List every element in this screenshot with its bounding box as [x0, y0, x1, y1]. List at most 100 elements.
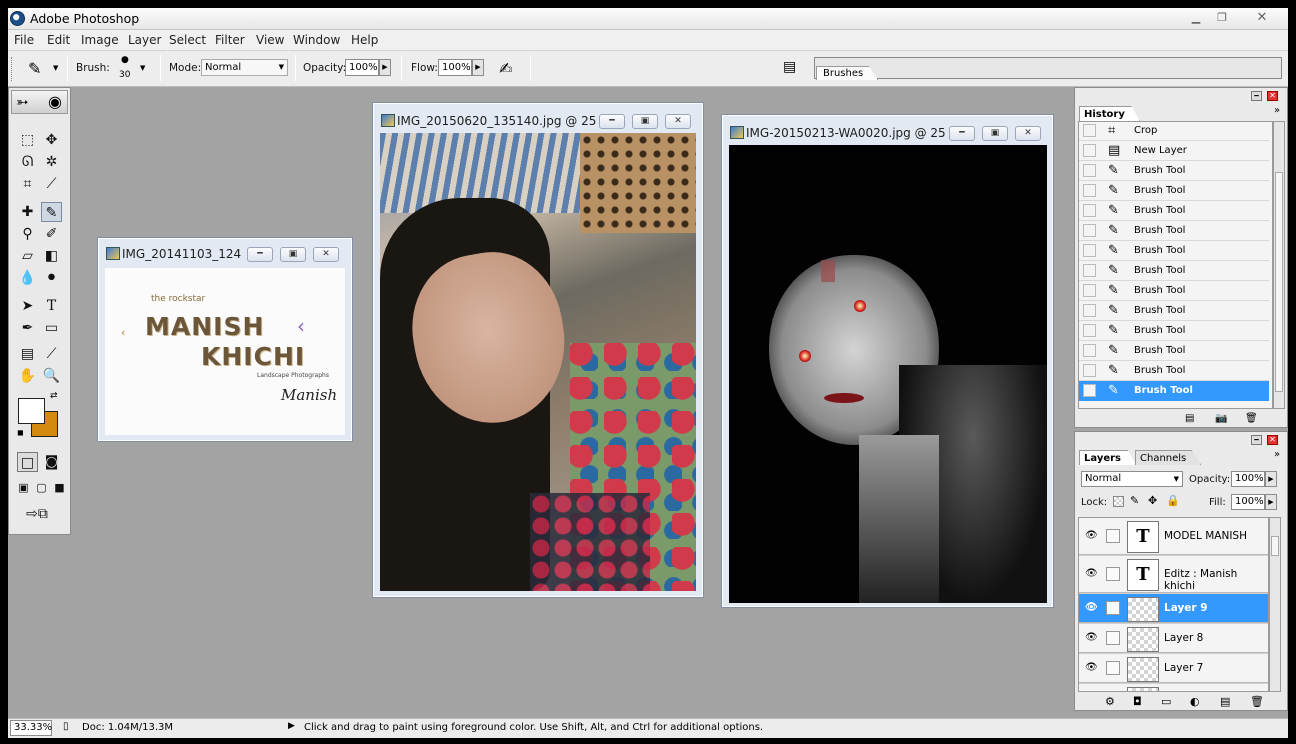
toolbox-header[interactable]: ➳ ◉ — [11, 90, 68, 114]
panel-menu-icon[interactable]: » — [1274, 105, 1280, 116]
close-icon[interactable]: ✕ — [1267, 91, 1278, 101]
text-layer-icon[interactable]: T — [1127, 521, 1159, 553]
history-snapshot-checkbox[interactable] — [1083, 144, 1096, 157]
minimize-icon[interactable]: ▁ — [1185, 10, 1207, 26]
trash-icon[interactable]: 🗑 — [1245, 413, 1258, 424]
magic-wand-icon[interactable]: ✲ — [41, 152, 62, 172]
snapshot-icon[interactable]: 📷 — [1215, 413, 1227, 424]
restore-icon[interactable]: ❐ — [1211, 10, 1233, 26]
menu-image[interactable]: Image — [81, 33, 119, 47]
layer-row[interactable]: 👁 T MODEL MANISH — [1079, 518, 1268, 555]
quick-mask-icon[interactable]: ◙ — [41, 452, 62, 472]
tab-layers[interactable]: Layers — [1079, 450, 1136, 465]
history-item[interactable]: ✎ Brush Tool — [1079, 381, 1269, 401]
scroll-thumb[interactable] — [1275, 172, 1283, 392]
screen-mode-full-icon[interactable]: ■ — [49, 478, 70, 498]
new-folder-icon[interactable]: ▭ — [1161, 695, 1171, 708]
link-box[interactable] — [1106, 661, 1120, 675]
link-box[interactable] — [1106, 631, 1120, 645]
layer-row[interactable]: 👁 Layer 8 — [1079, 624, 1268, 653]
visibility-eye-icon[interactable]: 👁 — [1085, 632, 1098, 643]
layer-name[interactable]: Editz : Manish khichi — [1164, 568, 1268, 592]
notes-icon[interactable]: ▤ — [17, 344, 38, 364]
brush-size[interactable]: 30 — [119, 70, 130, 80]
tab-channels[interactable]: Channels — [1135, 450, 1202, 465]
history-snapshot-checkbox[interactable] — [1083, 324, 1096, 337]
close-icon[interactable]: ✕ — [313, 247, 339, 262]
history-snapshot-checkbox[interactable] — [1083, 244, 1096, 257]
move-icon[interactable]: ✥ — [41, 130, 62, 150]
layer-name[interactable]: Layer 9 — [1164, 602, 1208, 614]
document-window-3[interactable]: IMG-20150213-WA0020.jpg @ 25%... ━ ▣ ✕ — [721, 114, 1054, 608]
airbrush-icon[interactable]: ✍ — [499, 59, 512, 78]
layer-name[interactable]: Layer 8 — [1164, 632, 1203, 644]
link-box[interactable] — [1106, 567, 1120, 581]
history-item[interactable]: ✎ Brush Tool — [1079, 361, 1269, 381]
document-title[interactable]: IMG_20150620_135140.jpg @ 25% (... — [397, 114, 597, 128]
history-snapshot-checkbox[interactable] — [1083, 124, 1096, 137]
history-snapshot-checkbox[interactable] — [1083, 204, 1096, 217]
menu-help[interactable]: Help — [351, 33, 378, 47]
layer-thumbnail[interactable] — [1127, 657, 1159, 682]
lock-position-icon[interactable]: ✥ — [1148, 494, 1157, 507]
pen-icon[interactable]: ✒ — [17, 318, 38, 338]
brush-dot-icon[interactable]: ● — [121, 55, 129, 65]
history-snapshot-checkbox[interactable] — [1083, 284, 1096, 297]
image-canvas[interactable]: the rockstar MANISH KHICHI ‹ ‹ Landscape… — [105, 268, 345, 435]
tab-history[interactable]: History — [1079, 106, 1140, 121]
brush-icon[interactable]: ✎ — [1106, 601, 1120, 615]
tool-preset-brush-icon[interactable]: ✎ — [28, 59, 41, 78]
layer-name[interactable]: MODEL MANISH — [1164, 530, 1247, 542]
fill-arrow-icon[interactable]: ▶ — [1265, 494, 1277, 510]
chevron-right-icon[interactable]: ▶ — [288, 721, 295, 731]
layer-row[interactable]: 👁 ✎ Layer 9 — [1079, 594, 1268, 623]
lock-all-icon[interactable]: 🔒 — [1166, 494, 1180, 507]
menu-edit[interactable]: Edit — [47, 33, 70, 47]
eyedropper-icon[interactable]: ⟋ — [41, 344, 62, 364]
history-snapshot-checkbox[interactable] — [1083, 164, 1096, 177]
layer-thumbnail[interactable] — [1127, 627, 1159, 652]
palette-well-icon[interactable]: ▤ — [783, 59, 796, 75]
minimize-icon[interactable]: ━ — [599, 114, 625, 129]
visibility-eye-icon[interactable]: 👁 — [1085, 530, 1098, 541]
lasso-icon[interactable]: ᘏ — [17, 152, 38, 172]
close-icon[interactable]: ✕ — [1251, 10, 1273, 26]
history-item[interactable]: ✎ Brush Tool — [1079, 341, 1269, 361]
history-item[interactable]: ✎ Brush Tool — [1079, 321, 1269, 341]
history-snapshot-checkbox[interactable] — [1083, 344, 1096, 357]
minimize-icon[interactable]: ━ — [949, 126, 975, 141]
clone-stamp-icon[interactable]: ⚲ — [17, 224, 38, 244]
marquee-icon[interactable]: ⬚ — [17, 130, 38, 150]
add-mask-icon[interactable]: ◘ — [1133, 695, 1142, 708]
visibility-eye-icon[interactable]: 👁 — [1085, 662, 1098, 673]
history-item[interactable]: ✎ Brush Tool — [1079, 301, 1269, 321]
history-item[interactable]: ✎ Brush Tool — [1079, 161, 1269, 181]
history-item[interactable]: ✎ Brush Tool — [1079, 261, 1269, 281]
eraser-icon[interactable]: ▱ — [17, 246, 38, 266]
history-item[interactable]: ✎ Brush Tool — [1079, 181, 1269, 201]
flow-field[interactable]: 100% — [438, 59, 472, 76]
maximize-icon[interactable]: ▣ — [982, 126, 1008, 141]
jump-to-imageready-icon[interactable]: ⇨⧉ — [17, 504, 57, 524]
history-item[interactable]: ✎ Brush Tool — [1079, 241, 1269, 261]
close-icon[interactable]: ✕ — [1267, 435, 1278, 445]
gradient-icon[interactable]: ◧ — [41, 246, 62, 266]
zoom-level-field[interactable]: 33.33% — [10, 720, 52, 736]
document-title[interactable]: IMG_20141103_1247... — [122, 247, 242, 261]
minimize-icon[interactable]: ━ — [247, 247, 273, 262]
maximize-icon[interactable]: ▣ — [632, 114, 658, 129]
link-box[interactable] — [1106, 691, 1120, 692]
history-snapshot-checkbox[interactable] — [1083, 224, 1096, 237]
blend-mode-select[interactable]: Normal ▼ — [1081, 471, 1183, 487]
link-box[interactable] — [1106, 529, 1120, 543]
close-icon[interactable]: ✕ — [1015, 126, 1041, 141]
history-brush-icon[interactable]: ✐ — [41, 224, 62, 244]
scroll-thumb[interactable] — [1271, 536, 1279, 556]
history-snapshot-checkbox[interactable] — [1083, 364, 1096, 377]
blur-icon[interactable]: 💧 — [17, 268, 38, 288]
hand-icon[interactable]: ✋ — [17, 366, 38, 386]
minimize-icon[interactable]: ━ — [1251, 435, 1262, 445]
panel-menu-icon[interactable]: » — [1274, 449, 1280, 460]
history-snapshot-checkbox[interactable] — [1083, 184, 1096, 197]
swap-colors-icon[interactable]: ⇄ — [50, 391, 58, 401]
